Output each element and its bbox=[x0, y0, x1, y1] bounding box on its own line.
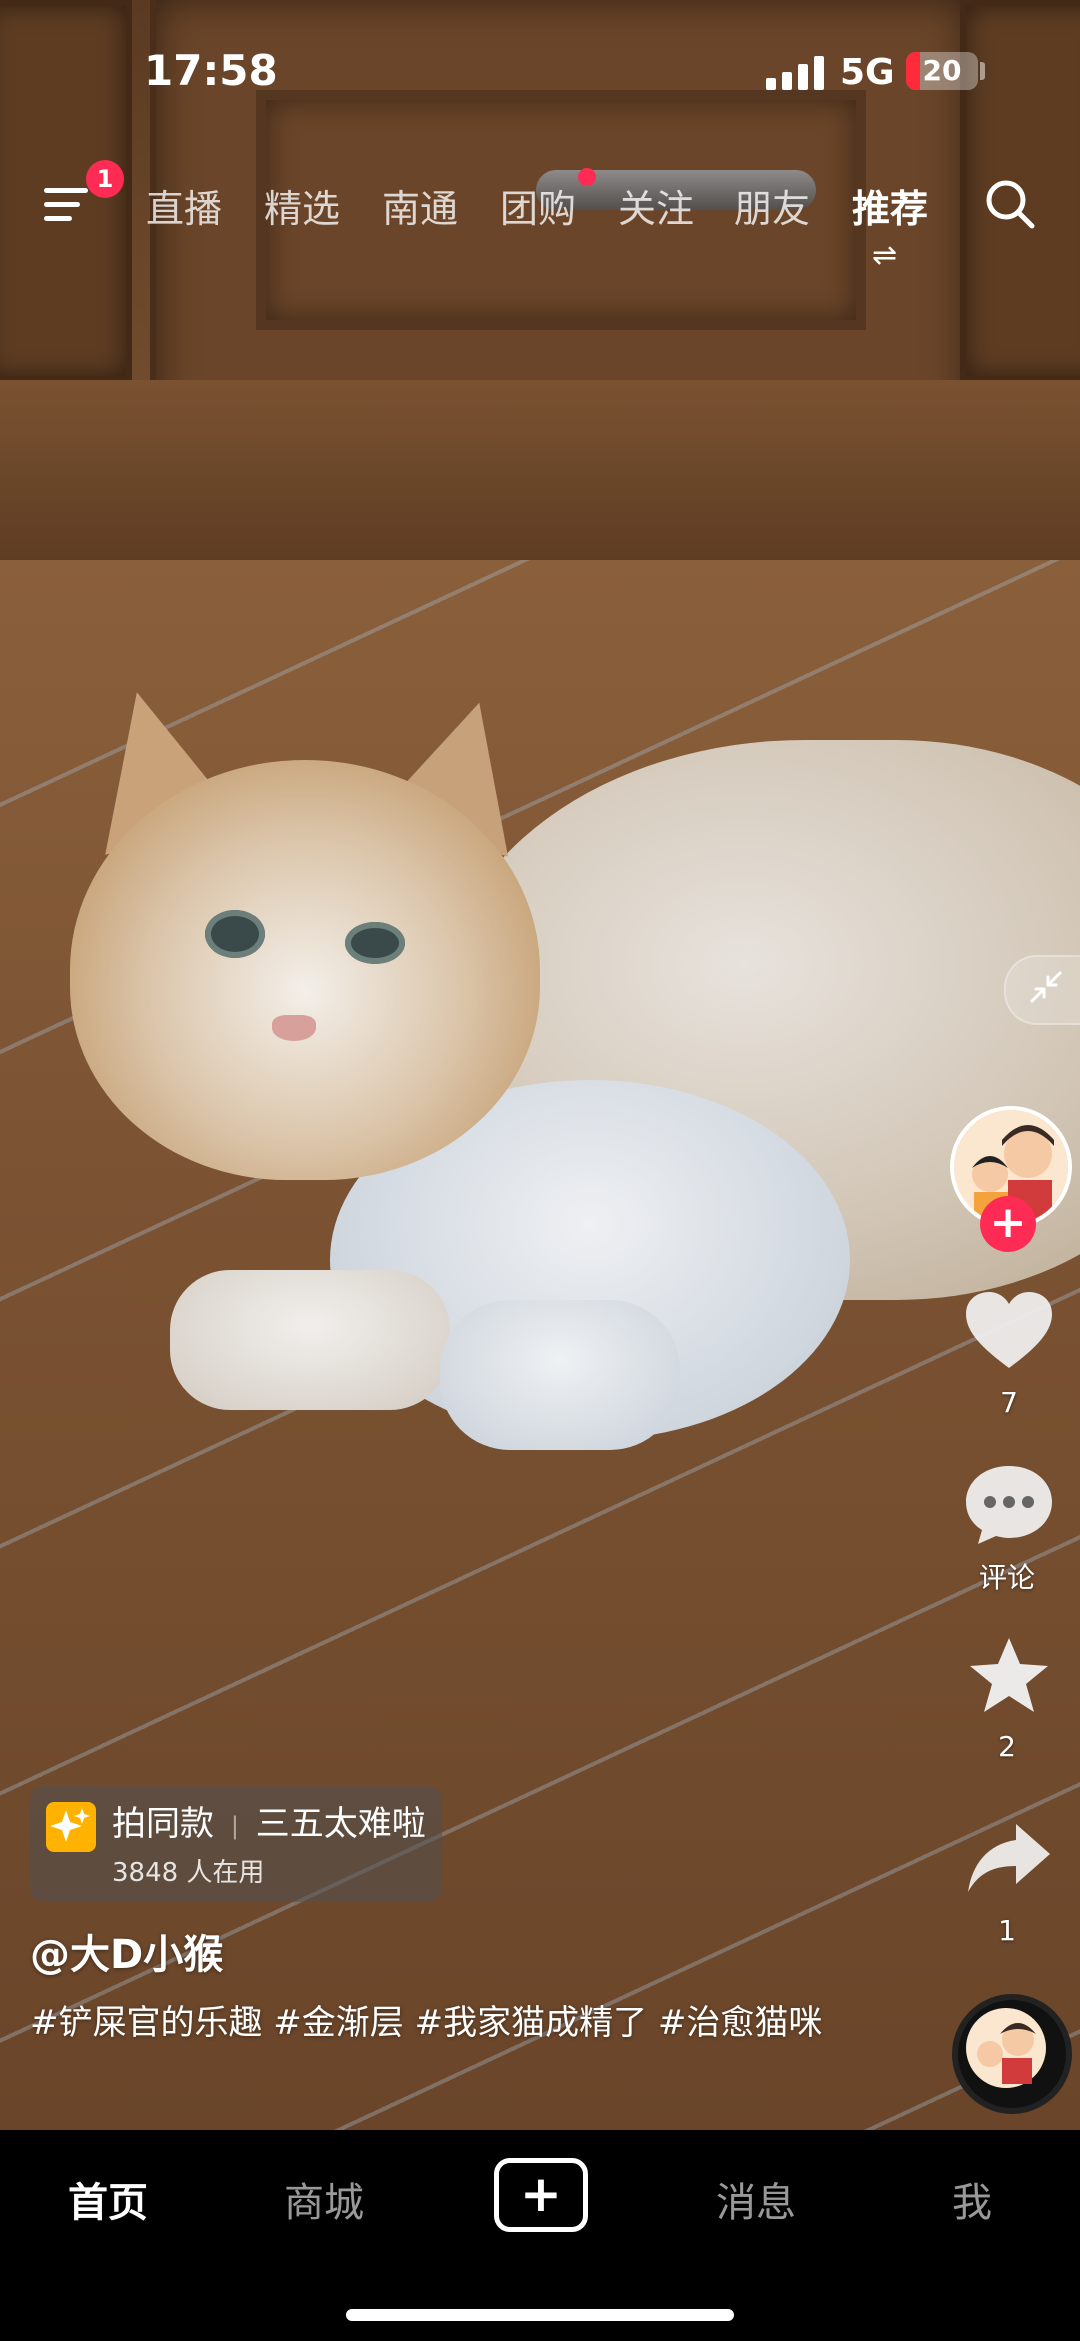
follow-button[interactable]: + bbox=[980, 1196, 1036, 1252]
template-users: 3848 人在用 bbox=[112, 1858, 265, 1888]
tab-local[interactable]: 南通 bbox=[382, 178, 458, 233]
share-count: 1 bbox=[998, 1914, 1016, 1947]
tab-following[interactable]: 关注 bbox=[618, 178, 694, 233]
template-separator: | bbox=[230, 1811, 239, 1840]
top-nav: 1 直播 精选 南通 团购 关注 朋友 推荐 ⇌ bbox=[0, 160, 1080, 273]
tab-messages[interactable]: 消息 bbox=[676, 2170, 836, 2228]
create-button[interactable]: + bbox=[494, 2158, 588, 2232]
cat-eye-left bbox=[205, 910, 265, 958]
tab-live[interactable]: 直播 bbox=[146, 178, 222, 233]
collapse-icon bbox=[1030, 971, 1062, 1003]
signal-icon bbox=[766, 54, 824, 90]
comment-icon[interactable] bbox=[962, 1462, 1056, 1546]
tab-friends[interactable]: 朋友 bbox=[734, 178, 810, 233]
template-title: 拍同款 | 三五太难啦 bbox=[112, 1796, 426, 1845]
tab-mall[interactable]: 商城 bbox=[244, 2170, 404, 2228]
menu-icon[interactable] bbox=[44, 184, 88, 224]
star-icon[interactable] bbox=[962, 1634, 1056, 1718]
group-buy-dot bbox=[578, 168, 596, 186]
cat-nose bbox=[272, 1015, 316, 1041]
share-icon[interactable] bbox=[962, 1818, 1056, 1898]
network-type: 5G bbox=[840, 52, 895, 93]
status-bar: 17:58 5G 20 bbox=[0, 0, 1080, 140]
video-description[interactable]: #铲屎官的乐趣 #金渐层 #我家猫成精了 #治愈猫咪 bbox=[30, 1996, 860, 2050]
template-name: 三五太难啦 bbox=[255, 1804, 426, 1844]
tab-featured[interactable]: 精选 bbox=[264, 178, 340, 233]
cat-paw-right bbox=[440, 1300, 680, 1450]
home-indicator[interactable] bbox=[346, 2309, 734, 2321]
tab-group-buy[interactable]: 团购 bbox=[500, 178, 576, 233]
like-count: 7 bbox=[1000, 1386, 1018, 1419]
sparkle-icon bbox=[46, 1802, 96, 1852]
cat-paw-left bbox=[170, 1270, 450, 1410]
shoot-same-template-pill[interactable]: 拍同款 | 三五太难啦 3848 人在用 bbox=[30, 1786, 442, 1902]
tab-me[interactable]: 我 bbox=[892, 2170, 1052, 2228]
menu-badge: 1 bbox=[86, 160, 124, 198]
collapse-screen-button[interactable] bbox=[1004, 955, 1080, 1025]
music-disc-icon[interactable] bbox=[952, 1994, 1072, 2114]
template-label: 拍同款 bbox=[112, 1804, 214, 1844]
battery-nub bbox=[980, 62, 985, 80]
heart-icon[interactable] bbox=[962, 1288, 1056, 1374]
cat-eye-right bbox=[345, 922, 405, 964]
battery-icon: 20 bbox=[906, 52, 978, 90]
battery-level: 20 bbox=[922, 54, 962, 87]
tab-recommended[interactable]: 推荐 bbox=[852, 178, 928, 233]
tab-home[interactable]: 首页 bbox=[28, 2170, 188, 2228]
search-icon[interactable] bbox=[984, 178, 1036, 230]
cat-head bbox=[70, 760, 540, 1180]
comment-label: 评论 bbox=[978, 1561, 1035, 1594]
status-time: 17:58 bbox=[144, 46, 278, 95]
author-name[interactable]: @大D小猴 bbox=[30, 1922, 223, 1980]
baseboard bbox=[0, 380, 1080, 560]
favorite-count: 2 bbox=[998, 1730, 1016, 1763]
switch-icon: ⇌ bbox=[872, 238, 898, 273]
music-cover-icon bbox=[966, 2008, 1046, 2088]
